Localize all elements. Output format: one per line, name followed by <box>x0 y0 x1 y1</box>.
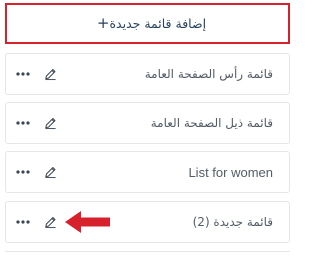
menu-row-footer[interactable]: قائمة ذيل الصفحة العامة <box>5 102 290 144</box>
more-icon[interactable] <box>16 121 30 125</box>
plus-icon: + <box>96 14 110 32</box>
edit-icon[interactable] <box>44 68 57 81</box>
add-new-menu-label: إضافة قائمة جديدة <box>109 16 207 31</box>
menu-row-new-menu-2[interactable]: قائمة جديدة (2) <box>5 201 290 243</box>
menu-title: List for women <box>188 164 273 180</box>
red-arrow-icon <box>65 211 110 233</box>
more-icon[interactable] <box>16 170 30 174</box>
menu-title: قائمة ذيل الصفحة العامة <box>150 116 273 130</box>
menu-row-header[interactable]: قائمة رأس الصفحة العامة <box>5 53 290 95</box>
menu-row-list-for-women[interactable]: List for women <box>5 151 290 193</box>
edit-icon[interactable] <box>44 216 57 229</box>
edit-icon[interactable] <box>44 166 57 179</box>
menu-title: قائمة رأس الصفحة العامة <box>144 67 273 81</box>
more-icon[interactable] <box>16 72 30 76</box>
menu-title: قائمة جديدة (2) <box>192 215 273 229</box>
add-new-menu-button[interactable]: + إضافة قائمة جديدة <box>5 3 290 44</box>
next-row-edge <box>5 251 290 256</box>
menus-panel: + إضافة قائمة جديدة قائمة رأس الصفحة الع… <box>0 0 297 255</box>
more-icon[interactable] <box>16 220 30 224</box>
edit-icon[interactable] <box>44 117 57 130</box>
